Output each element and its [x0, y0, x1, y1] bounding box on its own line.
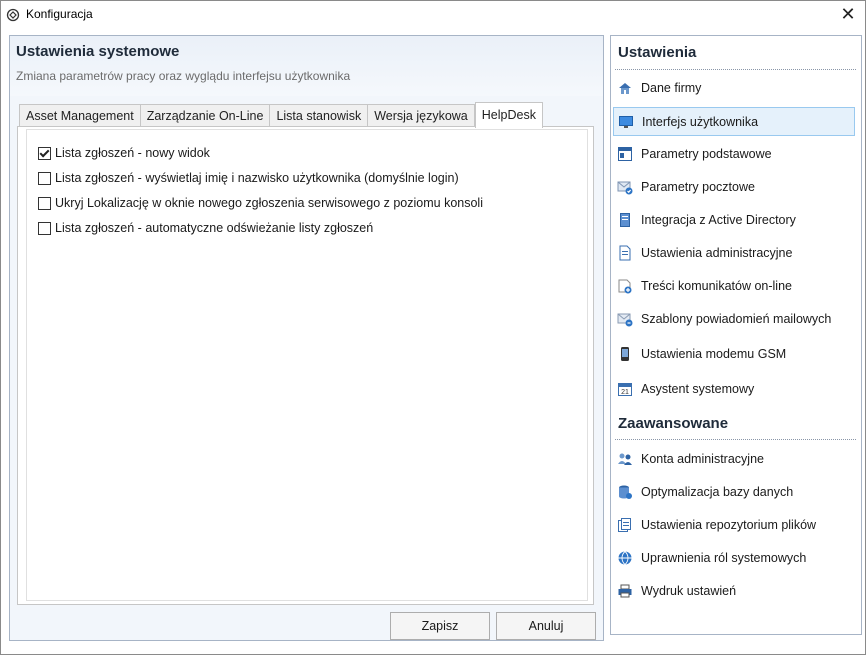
company-house-icon	[617, 80, 633, 96]
sidebar-item-label: Interfejs użytkownika	[642, 114, 759, 129]
page-title: Ustawienia systemowe	[16, 43, 180, 60]
option-auto-refresh[interactable]: Lista zgłoszeń - automatyczne odświeżani…	[38, 219, 373, 237]
option-label: Ukryj Lokalizację w oknie nowego zgłosze…	[55, 196, 483, 210]
settings-sidebar: Ustawienia Dane firmy Interfejs użytkown…	[610, 35, 862, 635]
window-settings-icon	[617, 146, 633, 162]
tab-bar: Asset Management Zarządzanie On-Line Lis…	[19, 102, 543, 128]
file-repository-icon	[617, 517, 633, 533]
sidebar-item-szablony-powiadomien[interactable]: Szablony powiadomień mailowych	[613, 305, 855, 332]
option-label: Lista zgłoszeń - wyświetlaj imię i nazwi…	[55, 171, 459, 185]
monitor-icon	[618, 114, 634, 130]
sidebar-item-optymalizacja-bazy[interactable]: Optymalizacja bazy danych	[613, 478, 855, 505]
tab-asset-management[interactable]: Asset Management	[19, 104, 141, 127]
page-subtitle: Zmiana parametrów pracy oraz wyglądu int…	[16, 69, 351, 83]
window-title: Konfiguracja	[26, 7, 93, 21]
sidebar-item-label: Ustawienia administracyjne	[641, 245, 793, 260]
config-window: Konfiguracja ✕ Ustawienia systemowe Zmia…	[0, 0, 866, 655]
mail-template-icon	[617, 311, 633, 327]
sidebar-item-parametry-podstawowe[interactable]: Parametry podstawowe	[613, 140, 855, 167]
printer-icon	[617, 583, 633, 599]
sidebar-item-modem-gsm[interactable]: Ustawienia modemu GSM	[613, 340, 855, 367]
sidebar-item-dane-firmy[interactable]: Dane firmy	[613, 74, 855, 101]
tab-helpdesk[interactable]: HelpDesk	[474, 102, 543, 128]
users-icon	[617, 451, 633, 467]
app-logo-icon	[6, 8, 20, 22]
settings-panel: Ustawienia systemowe Zmiana parametrów p…	[9, 35, 604, 641]
sidebar-item-label: Uprawnienia ról systemowych	[641, 550, 807, 565]
panel-header: Ustawienia systemowe Zmiana parametrów p…	[10, 36, 603, 96]
sidebar-item-label: Ustawienia repozytorium plików	[641, 517, 817, 532]
close-button[interactable]: ✕	[837, 4, 859, 24]
sidebar-item-label: Asystent systemowy	[641, 381, 755, 396]
helpdesk-tab-content: Lista zgłoszeń - nowy widok Lista zgłosz…	[17, 126, 594, 605]
section-title-zaawansowane: Zaawansowane	[618, 415, 729, 432]
sidebar-item-label: Szablony powiadomień mailowych	[641, 311, 832, 326]
sidebar-item-label: Ustawienia modemu GSM	[641, 346, 787, 361]
sidebar-item-label: Treści komunikatów on-line	[641, 278, 792, 293]
sidebar-item-active-directory[interactable]: Integracja z Active Directory	[613, 206, 855, 233]
sidebar-item-ustawienia-administracyjne[interactable]: Ustawienia administracyjne	[613, 239, 855, 266]
option-show-full-name[interactable]: Lista zgłoszeń - wyświetlaj imię i nazwi…	[38, 169, 459, 187]
directory-book-icon	[617, 212, 633, 228]
globe-permissions-icon	[617, 550, 633, 566]
tab-zarzadzanie-online[interactable]: Zarządzanie On-Line	[140, 104, 271, 127]
sidebar-item-tresci-komunikatow[interactable]: Treści komunikatów on-line	[613, 272, 855, 299]
mail-check-icon	[617, 179, 633, 195]
sidebar-item-label: Parametry podstawowe	[641, 146, 772, 161]
sidebar-item-repozytorium-plikow[interactable]: Ustawienia repozytorium plików	[613, 511, 855, 538]
sidebar-item-interfejs[interactable]: Interfejs użytkownika	[613, 107, 855, 136]
phone-icon	[617, 346, 633, 362]
option-label: Lista zgłoszeń - nowy widok	[55, 146, 210, 160]
checkbox[interactable]	[38, 171, 51, 185]
database-icon	[617, 484, 633, 500]
sidebar-item-label: Optymalizacja bazy danych	[641, 484, 794, 499]
checkbox[interactable]	[38, 221, 51, 235]
sidebar-item-uprawnienia-rol[interactable]: Uprawnienia ról systemowych	[613, 544, 855, 571]
checkbox[interactable]	[38, 146, 51, 160]
sidebar-item-label: Wydruk ustawień	[641, 583, 737, 598]
option-new-view[interactable]: Lista zgłoszeń - nowy widok	[38, 144, 210, 162]
section-title-ustawienia: Ustawienia	[618, 44, 697, 61]
sidebar-item-konta-administracyjne[interactable]: Konta administracyjne	[613, 445, 855, 472]
calendar-icon: 21	[617, 381, 633, 397]
save-button[interactable]: Zapisz	[390, 612, 490, 640]
cancel-button[interactable]: Anuluj	[496, 612, 596, 640]
message-add-icon	[617, 278, 633, 294]
title-bar: Konfiguracja ✕	[1, 1, 865, 28]
tab-wersja-jezykowa[interactable]: Wersja językowa	[368, 104, 475, 127]
sidebar-item-label: Konta administracyjne	[641, 451, 764, 466]
sidebar-item-label: Dane firmy	[641, 80, 702, 95]
checkbox[interactable]	[38, 196, 51, 210]
section-divider	[615, 439, 856, 440]
sidebar-item-parametry-pocztowe[interactable]: Parametry pocztowe	[613, 173, 855, 200]
document-icon	[617, 245, 633, 261]
sidebar-item-label: Integracja z Active Directory	[641, 212, 796, 227]
option-hide-location[interactable]: Ukryj Lokalizację w oknie nowego zgłosze…	[38, 194, 483, 212]
sidebar-item-asystent-systemowy[interactable]: 21 Asystent systemowy	[613, 375, 855, 402]
sidebar-item-wydruk-ustawien[interactable]: Wydruk ustawień	[613, 577, 855, 604]
svg-text:21: 21	[621, 389, 629, 396]
tab-lista-stanowisk[interactable]: Lista stanowisk	[270, 104, 369, 127]
option-label: Lista zgłoszeń - automatyczne odświeżani…	[55, 221, 374, 235]
sidebar-item-label: Parametry pocztowe	[641, 179, 755, 194]
section-divider	[615, 69, 856, 70]
